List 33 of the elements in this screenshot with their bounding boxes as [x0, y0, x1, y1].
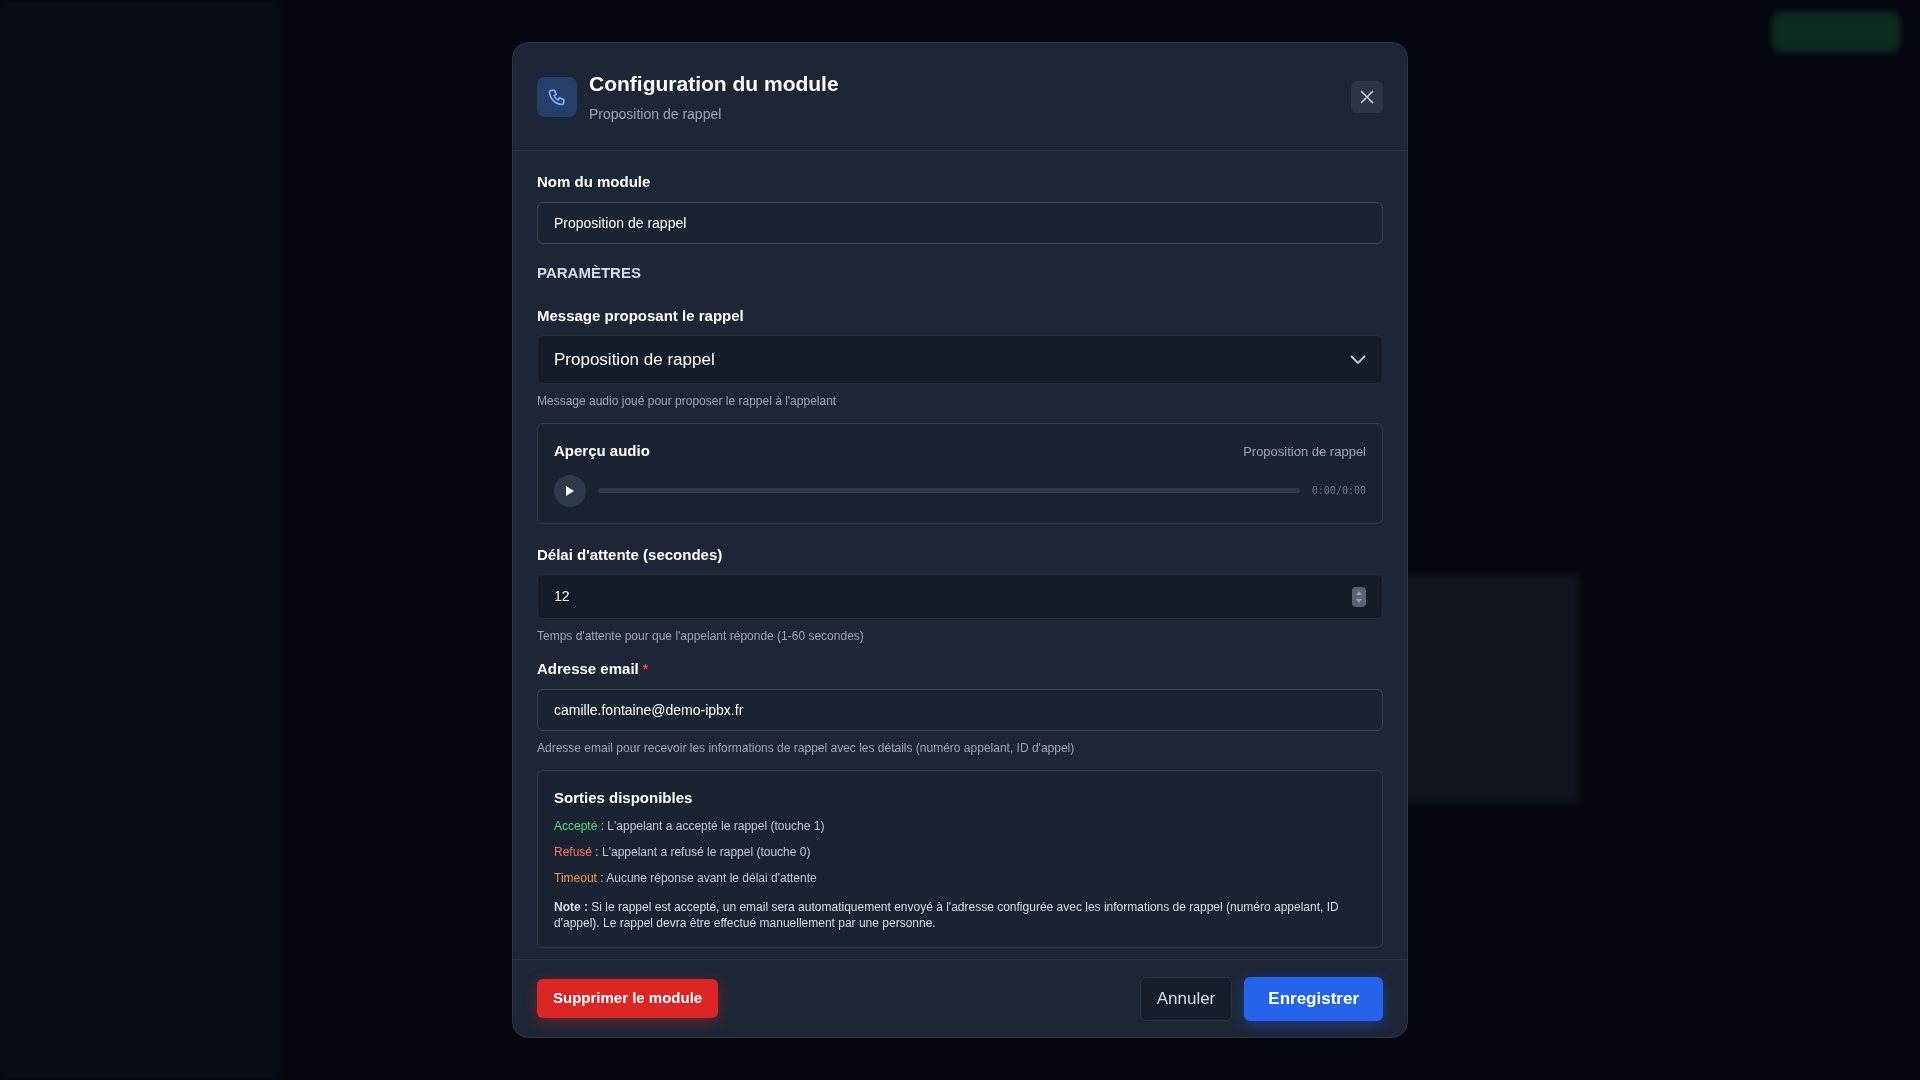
number-field[interactable]: 12 — [537, 574, 1383, 619]
time-readout: 0:00/0:00 — [1311, 484, 1366, 498]
chevron-icon — [1350, 354, 1366, 365]
field-label: Message proposant le rappel — [537, 305, 744, 326]
help-text: Temps d'attente pour que l'appelant réponde (1-60 secondes) — [537, 628, 865, 645]
play-icon — [566, 485, 574, 496]
delete-button[interactable]: Supprimer le module — [537, 979, 719, 1018]
play-button[interactable] — [554, 474, 586, 507]
field-label: Adresse email — [537, 659, 639, 679]
section-heading: PARAMÈTRES — [537, 263, 641, 281]
close-button[interactable] — [1351, 80, 1383, 113]
spinner-icon[interactable] — [1352, 586, 1366, 607]
required-mark: * — [642, 659, 649, 679]
dropdown[interactable]: Proposition de rappel — [537, 335, 1383, 384]
field-label: Nom du module — [537, 172, 651, 192]
file-name: Proposition de rappel — [1243, 442, 1366, 461]
save-button[interactable]: Enregistrer — [1244, 976, 1383, 1021]
phone-icon — [537, 76, 577, 117]
dialog-title: Configuration du module — [589, 71, 839, 98]
output-description: Accepté : L'appelant a accepté le rappel (touche 1) — [554, 818, 826, 835]
text-field[interactable]: camille.fontaine@demo-ipbx.fr — [537, 688, 1383, 731]
note-text: Note : Si le rappel est accepté, un email sera automatiquement envoyé à l'adresse configurée avec les informations de rappel (numéro appelant, ID d'appel). Le rappel devra être effectué manuellement par une personne. — [554, 899, 1340, 931]
panel-title: Sorties disponibles — [554, 787, 694, 808]
close-icon — [1360, 89, 1374, 104]
output-description: Refusé : L'appelant a refusé le rappel (touche 0) — [554, 844, 812, 861]
help-text: Adresse email pour recevoir les informations de rappel avec les détails (numéro appelant, ID d'appel) — [537, 739, 1076, 757]
panel-title: Aperçu audio — [554, 441, 650, 461]
output-description: Timeout : Aucune réponse avant le délai d'attente — [554, 870, 818, 887]
help-text: Message audio joué pour proposer le rappel à l'appelant — [537, 393, 838, 410]
dialog-subtitle: Proposition de rappel — [589, 104, 723, 124]
field-label: Délai d'attente (secondes) — [537, 544, 723, 565]
text-field[interactable]: Proposition de rappel — [537, 201, 1383, 244]
cancel-button[interactable]: Annuler — [1139, 976, 1233, 1021]
